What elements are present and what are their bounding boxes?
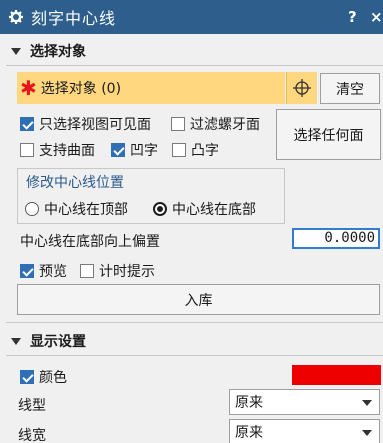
- checkbox-unchecked-icon: [80, 264, 94, 278]
- display-section-title: 显示设置: [30, 334, 86, 350]
- linewidth-select[interactable]: 原来: [229, 419, 380, 443]
- collapse-triangle-icon: [11, 47, 21, 55]
- divider: [6, 355, 383, 356]
- checkbox-unchecked-icon: [20, 143, 34, 157]
- linetype-value: 原来: [235, 395, 263, 411]
- linetype-label: 线型: [18, 398, 46, 414]
- checkbox-checked-icon: [111, 143, 125, 157]
- dropdown-arrow-icon: [362, 430, 372, 436]
- store-button[interactable]: 入库: [17, 284, 380, 315]
- select-section-title: 选择对象: [30, 44, 86, 60]
- select-any-face-button[interactable]: 选择任何面: [276, 109, 381, 160]
- support-surface-checkbox[interactable]: 支持曲面: [20, 140, 95, 160]
- select-object-field[interactable]: ✱ 选择对象 (0): [17, 72, 285, 104]
- color-checkbox[interactable]: 颜色: [20, 367, 67, 387]
- dropdown-arrow-icon: [362, 400, 372, 406]
- linetype-select[interactable]: 原来: [229, 389, 380, 415]
- checkbox-checked-icon: [20, 370, 34, 384]
- title-bar: 刻字中心线 ? ×: [0, 0, 383, 34]
- support-surface-label: 支持曲面: [39, 143, 95, 159]
- checkbox-unchecked-icon: [171, 117, 185, 131]
- select-object-label: 选择对象 (0): [40, 81, 122, 97]
- checkbox-unchecked-icon: [172, 143, 186, 157]
- divider: [6, 322, 383, 323]
- color-swatch[interactable]: [292, 365, 381, 385]
- timer-checkbox[interactable]: 计时提示: [80, 261, 155, 281]
- radio-selected-icon: [153, 202, 167, 216]
- radio-unselected-icon: [25, 202, 39, 216]
- offset-input[interactable]: 0.0000: [292, 228, 380, 249]
- offset-label: 中心线在底部向上偏置: [20, 234, 160, 250]
- collapse-triangle-icon: [11, 337, 21, 345]
- radio-top-label: 中心线在顶部: [44, 202, 128, 218]
- display-section-header[interactable]: 显示设置: [6, 328, 383, 354]
- linewidth-label: 线宽: [18, 428, 46, 443]
- checkbox-checked-icon: [20, 117, 34, 131]
- divider: [6, 65, 383, 66]
- only-visible-checkbox[interactable]: 只选择视图可见面: [20, 114, 151, 134]
- only-visible-label: 只选择视图可见面: [39, 117, 151, 133]
- crosshair-icon: [293, 79, 311, 97]
- close-button[interactable]: ×: [370, 8, 383, 26]
- select-section-header[interactable]: 选择对象: [6, 38, 383, 64]
- gear-icon: [9, 10, 23, 24]
- preview-label: 预览: [39, 264, 67, 280]
- concave-label: 凹字: [130, 143, 158, 159]
- color-label: 颜色: [39, 370, 67, 386]
- convex-label: 凸字: [191, 143, 219, 159]
- required-asterisk-icon: ✱: [20, 76, 37, 100]
- radio-bottom[interactable]: 中心线在底部: [153, 199, 256, 219]
- preview-checkbox[interactable]: 预览: [20, 261, 67, 281]
- checkbox-checked-icon: [20, 264, 34, 278]
- timer-label: 计时提示: [99, 264, 155, 280]
- concave-checkbox[interactable]: 凹字: [111, 140, 158, 160]
- window-title: 刻字中心线: [31, 9, 117, 28]
- filter-thread-label: 过滤螺牙面: [190, 117, 260, 133]
- position-group-title: 修改中心线位置: [26, 175, 124, 191]
- help-button[interactable]: ?: [348, 8, 357, 26]
- convex-checkbox[interactable]: 凸字: [172, 140, 219, 160]
- linewidth-value: 原来: [235, 425, 263, 441]
- clear-button[interactable]: 清空: [320, 73, 380, 104]
- filter-thread-checkbox[interactable]: 过滤螺牙面: [171, 114, 260, 134]
- crosshair-select-button[interactable]: [286, 72, 317, 104]
- radio-bottom-label: 中心线在底部: [172, 202, 256, 218]
- radio-top[interactable]: 中心线在顶部: [25, 199, 128, 219]
